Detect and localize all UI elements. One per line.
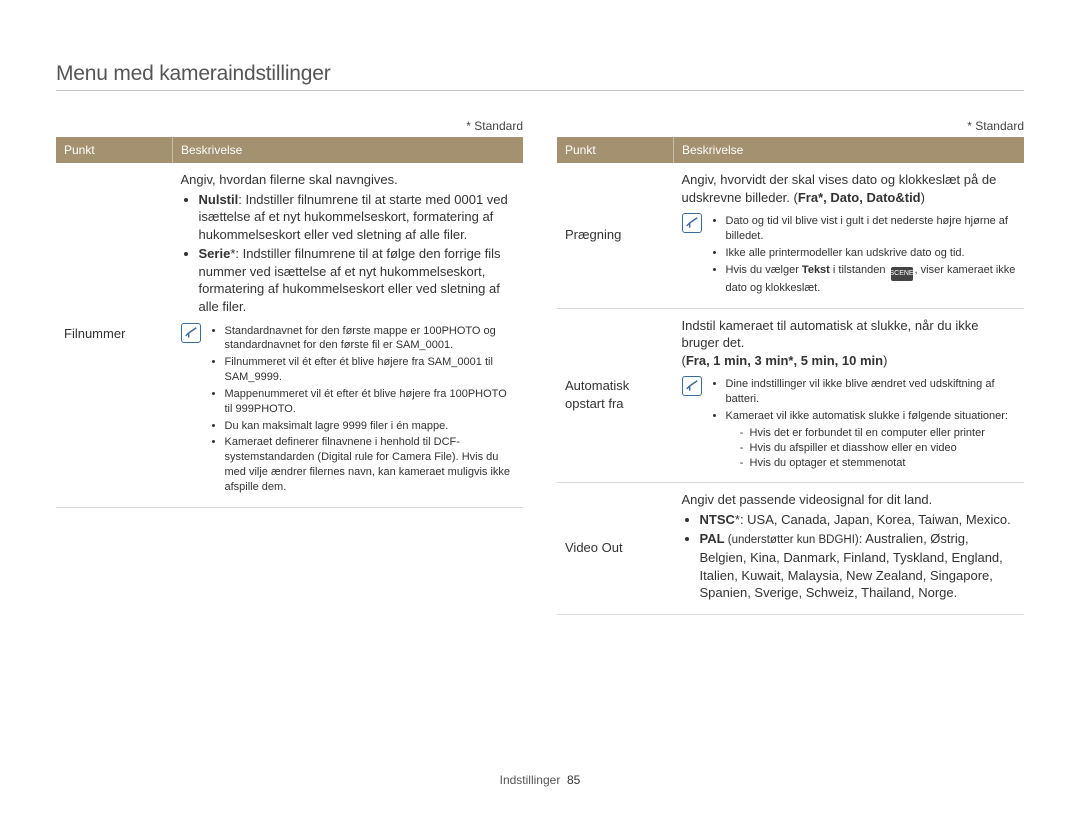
option-name: PAL [700, 531, 725, 546]
bold-word: Tekst [802, 264, 830, 276]
list-item: Du kan maksimalt lagre 9999 filer i én m… [225, 419, 516, 434]
settings-table-right: Punkt Beskrivelse Prægning Angiv, hvorvi… [557, 137, 1024, 615]
list-item: Kameraet vil ikke automatisk slukke i fø… [726, 409, 1017, 470]
row-label: Automatisk opstart fra [557, 308, 674, 483]
list-item: PAL (understøtter kun BDGHI): Australien… [700, 530, 1017, 601]
option-list: Nulstil: Indstiller filnumrene til at st… [181, 191, 516, 316]
table-row: Automatisk opstart fra Indstil kameraet … [557, 308, 1024, 483]
list-item: Hvis det er forbundet til en computer el… [750, 426, 1017, 441]
option-name: Nulstil [199, 192, 239, 207]
table-header-row: Punkt Beskrivelse [56, 137, 523, 163]
note-list: Dato og tid vil blive vist i gult i det … [710, 214, 1017, 297]
row-description: Angiv det passende videosignal for dit l… [674, 483, 1025, 614]
note-icon [181, 323, 201, 343]
list-item: Serie*: Indstiller filnumrene til at føl… [199, 245, 516, 315]
page-number: 85 [567, 773, 580, 787]
list-item: NTSC*: USA, Canada, Japan, Korea, Taiwan… [700, 511, 1017, 529]
list-item: Ikke alle printermodeller kan udskrive d… [726, 246, 1017, 261]
intro-text: Indstil kameraet til automatisk at slukk… [682, 317, 1017, 352]
footer-section: Indstillinger [500, 773, 561, 787]
list-item: Hvis du vælger Tekst i tilstanden SCENE,… [726, 263, 1017, 296]
list-item: Nulstil: Indstiller filnumrene til at st… [199, 191, 516, 244]
option-small: (understøtter kun BDGHI) [725, 534, 859, 546]
table-row: Prægning Angiv, hvorvidt der skal vises … [557, 163, 1024, 308]
header-punkt: Punkt [557, 137, 674, 163]
row-description: Indstil kameraet til automatisk at slukk… [674, 308, 1025, 483]
settings-table-left: Punkt Beskrivelse Filnummer Angiv, hvord… [56, 137, 523, 508]
page-footer: Indstillinger 85 [0, 773, 1080, 787]
table-row: Video Out Angiv det passende videosignal… [557, 483, 1024, 614]
list-item: Standardnavnet for den første mappe er 1… [225, 324, 516, 354]
header-punkt: Punkt [56, 137, 173, 163]
note-block: Standardnavnet for den første mappe er 1… [181, 322, 516, 497]
option-desc: *: Indstiller filnumrene til at følge de… [199, 246, 501, 314]
option-desc: : Indstiller filnumrene til at starte me… [199, 192, 508, 242]
document-page: Menu med kameraindstillinger * Standard … [0, 0, 1080, 815]
right-column: * Standard Punkt Beskrivelse Prægning An… [557, 119, 1024, 615]
note-block: Dato og tid vil blive vist i gult i det … [682, 212, 1017, 297]
scene-mode-icon: SCENE [891, 267, 913, 281]
intro-text: Angiv, hvorvidt der skal vises dato og k… [682, 171, 1017, 206]
table-row: Filnummer Angiv, hvordan filerne skal na… [56, 163, 523, 507]
intro-text: Angiv, hvordan filerne skal navngives. [181, 171, 516, 189]
intro-text: Angiv det passende videosignal for dit l… [682, 491, 1017, 509]
note-icon [682, 376, 702, 396]
list-item: Mappenummeret vil ét efter ét blive høje… [225, 387, 516, 417]
header-beskrivelse: Beskrivelse [674, 137, 1025, 163]
row-label: Filnummer [56, 163, 173, 507]
note-block: Dine indstillinger vil ikke blive ændret… [682, 375, 1017, 472]
standard-marker: * Standard [557, 119, 1024, 133]
columns: * Standard Punkt Beskrivelse Filnummer A… [56, 119, 1024, 615]
list-item: Dato og tid vil blive vist i gult i det … [726, 214, 1017, 244]
option-name: Serie [199, 246, 231, 261]
sub-list: Hvis det er forbundet til en computer el… [740, 426, 1017, 471]
list-item: Filnummeret vil ét efter ét blive højere… [225, 355, 516, 385]
left-column: * Standard Punkt Beskrivelse Filnummer A… [56, 119, 523, 615]
list-item: Dine indstillinger vil ikke blive ændret… [726, 377, 1017, 407]
option-desc: *: USA, Canada, Japan, Korea, Taiwan, Me… [735, 512, 1011, 527]
standard-marker: * Standard [56, 119, 523, 133]
note-list: Dine indstillinger vil ikke blive ændret… [710, 377, 1017, 472]
option-name: NTSC [700, 512, 735, 527]
list-item: Hvis du afspiller et diasshow eller en v… [750, 441, 1017, 456]
list-item: Hvis du optager et stemmenotat [750, 456, 1017, 471]
page-title: Menu med kameraindstillinger [56, 62, 1024, 91]
options-bold: Fra, 1 min, 3 min*, 5 min, 10 min [686, 353, 883, 368]
note-icon [682, 213, 702, 233]
list-item: Kameraet definerer filnavnene i henhold … [225, 435, 516, 494]
table-header-row: Punkt Beskrivelse [557, 137, 1024, 163]
option-list: NTSC*: USA, Canada, Japan, Korea, Taiwan… [682, 511, 1017, 602]
options-bold: Fra*, Dato, Dato&tid [798, 190, 921, 205]
row-label: Video Out [557, 483, 674, 614]
row-label: Prægning [557, 163, 674, 308]
options-line: (Fra, 1 min, 3 min*, 5 min, 10 min) [682, 352, 1017, 370]
row-description: Angiv, hvorvidt der skal vises dato og k… [674, 163, 1025, 308]
note-list: Standardnavnet for den første mappe er 1… [209, 324, 516, 497]
header-beskrivelse: Beskrivelse [173, 137, 524, 163]
row-description: Angiv, hvordan filerne skal navngives. N… [173, 163, 524, 507]
